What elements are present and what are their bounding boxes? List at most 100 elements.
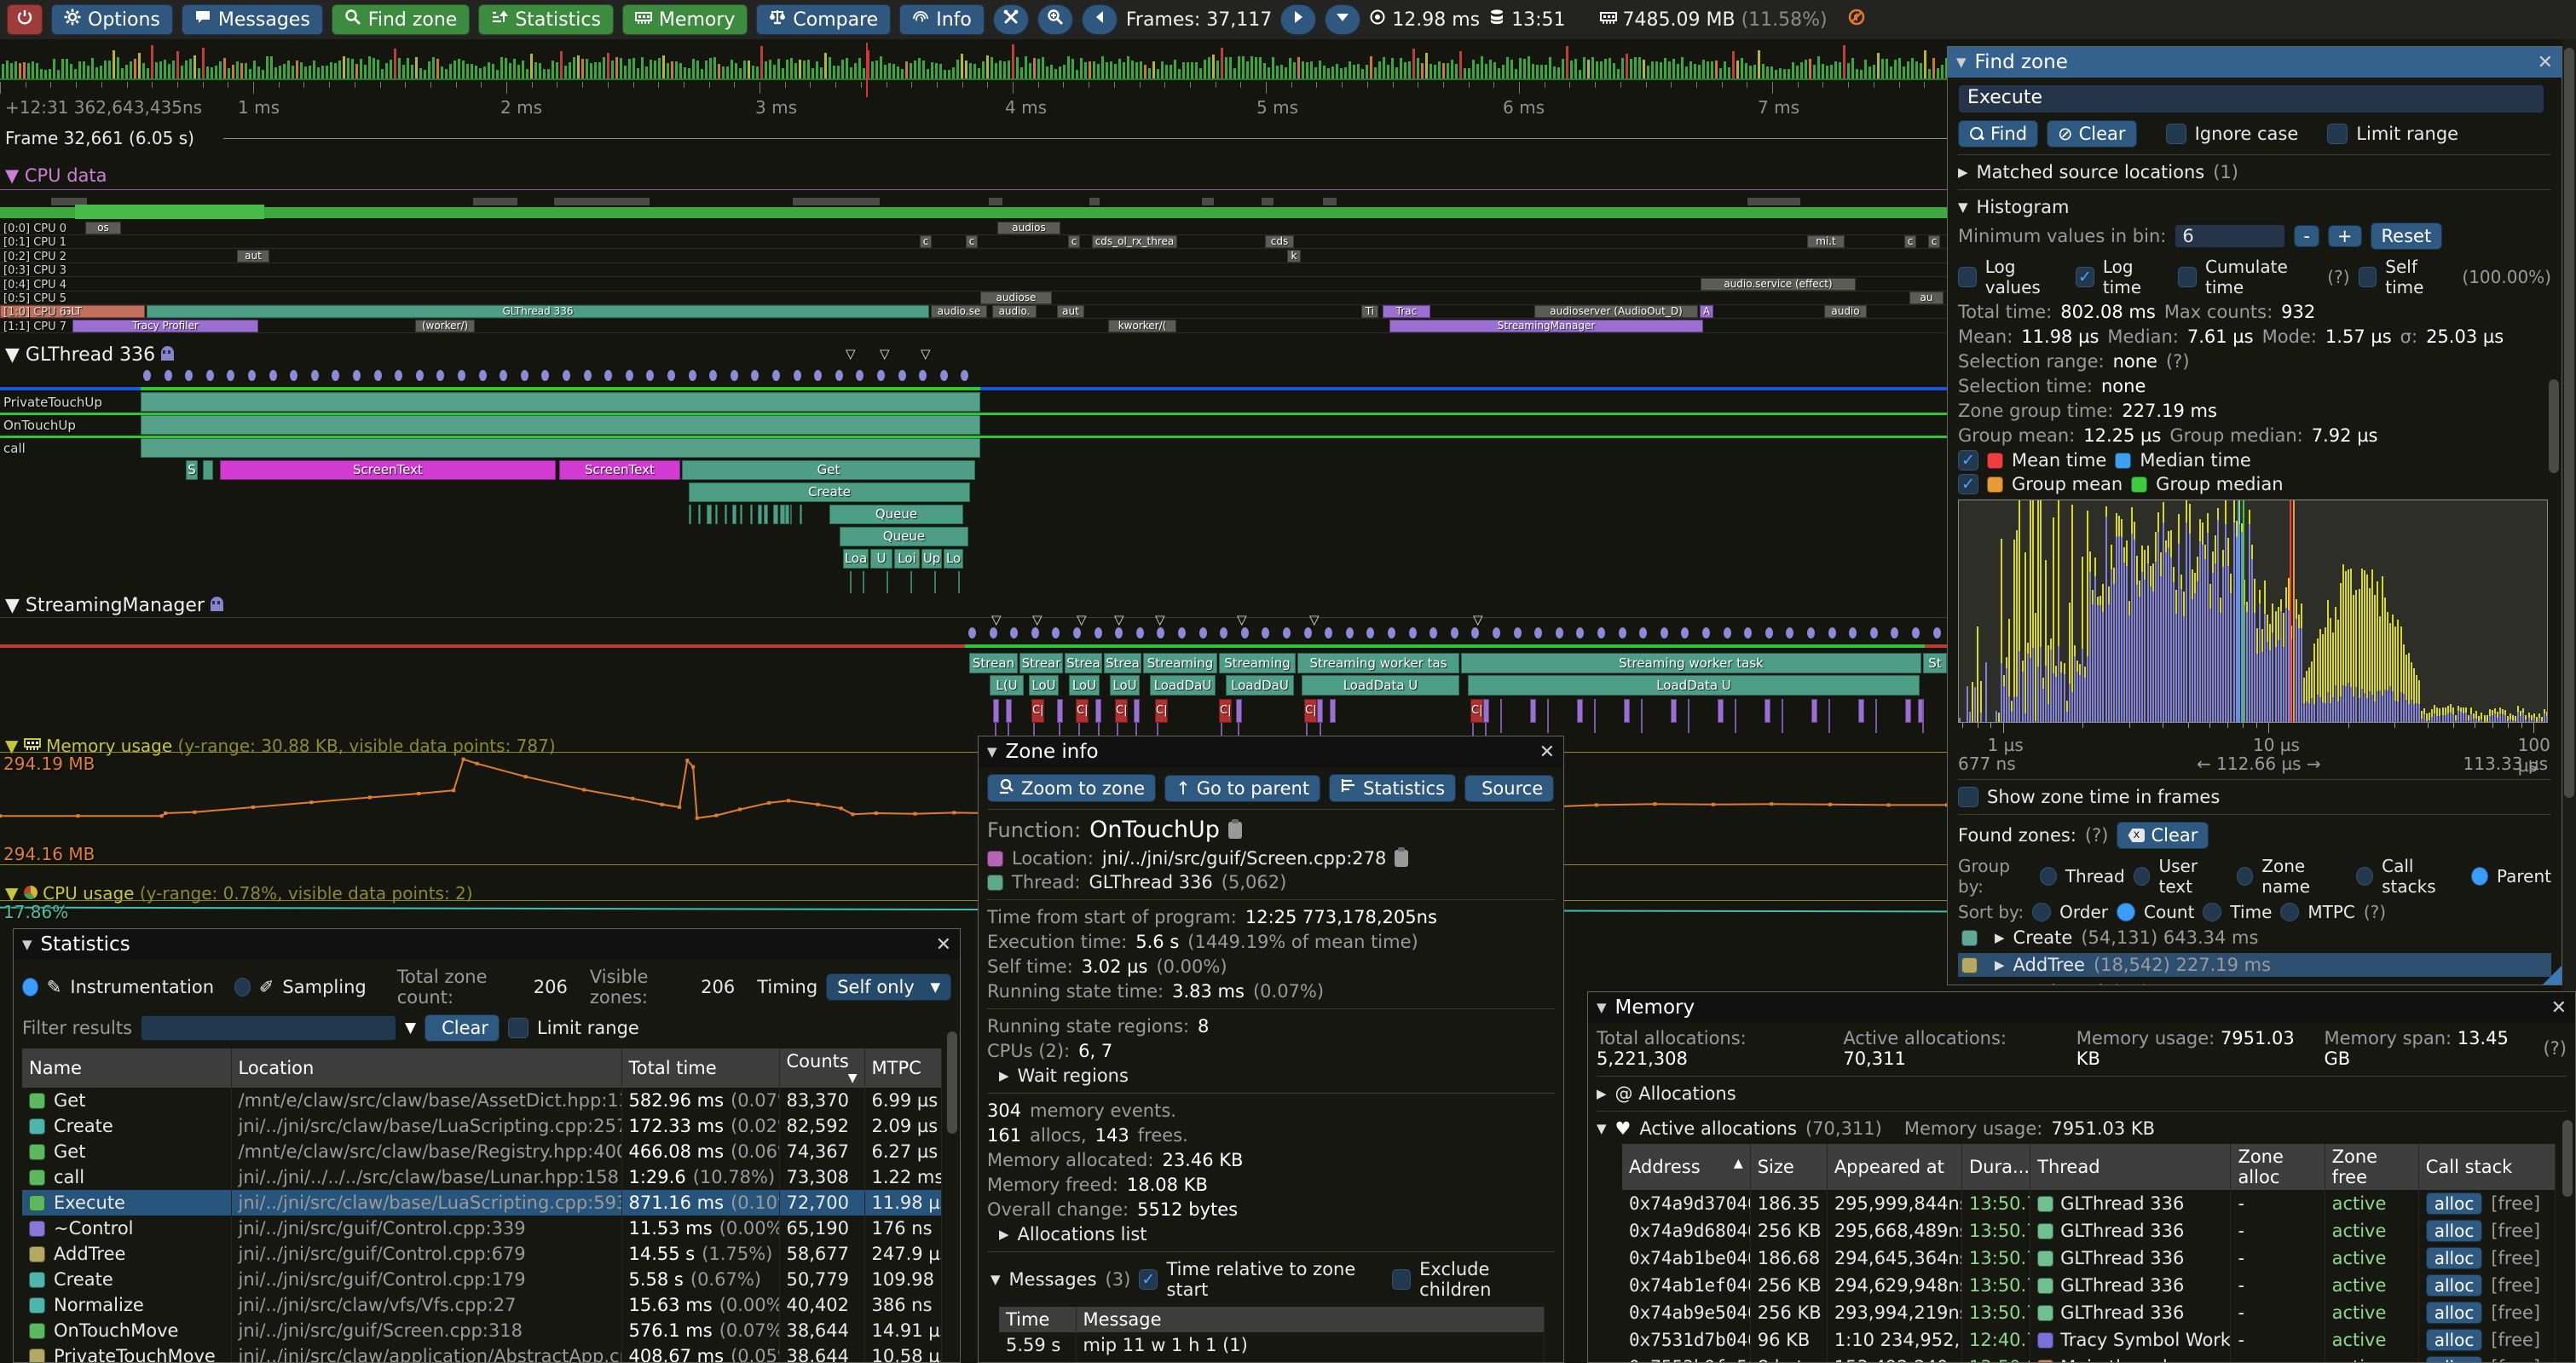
zone-bar[interactable] <box>1095 699 1101 723</box>
cpu-usage-zone[interactable]: StreamingManager <box>1389 320 1703 332</box>
source-button[interactable]: Source <box>1464 775 1554 802</box>
statistics-row[interactable]: calljni/../jni/../../../src/claw/base/Lu… <box>22 1164 941 1190</box>
close-icon[interactable]: ✕ <box>2551 997 2567 1019</box>
zone-bar[interactable] <box>1858 699 1864 723</box>
close-icon[interactable]: ✕ <box>1539 742 1555 763</box>
zone-bar[interactable] <box>758 505 762 524</box>
found-zone-group-row[interactable]: ▶Create(54,131) 643.34 ms <box>1958 926 2551 950</box>
cpu-usage-zone[interactable]: Ti <box>1361 305 1378 318</box>
zone-bar[interactable] <box>773 505 778 524</box>
group-by-user-text-radio[interactable] <box>2134 867 2151 886</box>
collapse-triangle-icon[interactable]: ▼ <box>22 937 32 952</box>
zone-bar[interactable] <box>1330 699 1336 723</box>
cpu-usage-zone[interactable]: audio.service (effect) <box>1701 278 1856 291</box>
statistics-scrollbar[interactable] <box>947 1031 957 1134</box>
zone-bar[interactable]: Strean <box>969 653 1018 673</box>
legend-checkbox[interactable]: ✓ <box>1958 474 1978 494</box>
zone-bar[interactable] <box>698 505 701 524</box>
cpu-usage-zone[interactable]: mi.t <box>1807 235 1845 248</box>
zone-bar[interactable]: Lo <box>944 549 963 569</box>
cpu-usage-zone[interactable]: audiose <box>980 292 1052 304</box>
zone-bar-privatetouchup[interactable] <box>141 392 980 412</box>
cpu-usage-zone[interactable]: c <box>1068 235 1080 248</box>
zone-bar[interactable] <box>689 505 691 524</box>
memory-usage-graph[interactable] <box>0 753 1952 863</box>
cpu-usage-zone[interactable]: c <box>920 235 932 248</box>
cpu-usage-zone[interactable]: c <box>1928 235 1940 248</box>
alloc-callstack-button[interactable]: alloc <box>2426 1193 2483 1215</box>
zone-bar[interactable] <box>1483 699 1489 723</box>
log-values-checkbox[interactable] <box>1958 267 1977 287</box>
cumulate-time-checkbox[interactable] <box>2178 267 2197 287</box>
zone-bar[interactable] <box>715 505 718 524</box>
zone-bar-error[interactable]: C| <box>1155 699 1168 723</box>
wait-regions-row[interactable]: ▶Wait regions <box>999 1066 1555 1086</box>
zone-bar[interactable] <box>750 505 753 524</box>
sort-by-time-radio[interactable] <box>2203 903 2221 921</box>
exclude-children-checkbox[interactable] <box>1392 1269 1411 1290</box>
cpu-usage-zone[interactable]: c <box>1904 235 1916 248</box>
zone-bar[interactable] <box>1236 699 1242 723</box>
frame-marker-icon[interactable]: ▽ <box>1155 612 1165 627</box>
cpu-usage-zone[interactable]: (worker/) <box>415 320 475 332</box>
zone-bar-error[interactable]: C| <box>1219 699 1232 723</box>
glthread-header[interactable]: ▼ GLThread 336 <box>5 344 174 366</box>
zone-bar[interactable]: LoU <box>1029 675 1059 696</box>
cpu-usage-zone[interactable]: cds_ol_rx_threa <box>1092 235 1177 248</box>
magplus-button[interactable] <box>1037 4 1073 35</box>
cpu-usage-zone[interactable]: au <box>1909 292 1944 304</box>
zone-bar[interactable]: Streaming <box>1143 653 1217 673</box>
zone-bar-error[interactable]: C| <box>1470 699 1483 723</box>
messages-button[interactable]: Messages <box>182 4 323 35</box>
group-by-thread-radio[interactable] <box>2040 867 2057 886</box>
fz-limit-range-checkbox[interactable] <box>2327 124 2348 144</box>
group-by-parent-radio[interactable] <box>2471 867 2488 886</box>
zone-bar[interactable] <box>740 505 742 524</box>
zone-bar[interactable]: Streaming worker task <box>1461 653 1921 673</box>
streamingmanager-header[interactable]: ▼ StreamingManager <box>5 595 223 616</box>
cpu-usage-zone[interactable]: aut <box>1057 305 1084 318</box>
zone-bar-error[interactable]: C| <box>1115 699 1128 723</box>
found-zones-clear-button[interactable]: xClear <box>2117 822 2209 849</box>
zone-bar[interactable] <box>1765 699 1770 723</box>
zone-bar[interactable] <box>1057 699 1063 723</box>
zone-bar[interactable]: Up <box>921 549 942 569</box>
zone-bar[interactable]: Queue <box>829 505 963 524</box>
allocations-list-row[interactable]: ▶Allocations list <box>999 1224 1555 1245</box>
funnel-icon[interactable]: ▼ <box>405 1019 416 1037</box>
allocation-row[interactable]: 0x7553b9fa508 bytes153,492,240ns13:50.8M… <box>1622 1354 2556 1363</box>
allocations-section-row[interactable]: ▶@ Allocations <box>1597 1083 2567 1104</box>
alloc-callstack-button[interactable]: alloc <box>2426 1302 2483 1324</box>
zone-bar-call[interactable] <box>141 438 980 458</box>
zoom-to-zone-button[interactable]: Zoom to zone <box>987 774 1156 802</box>
zone-bar[interactable] <box>785 505 789 524</box>
zone-bar[interactable]: Loa <box>843 549 869 569</box>
zone-info-titlebar[interactable]: ▼ Zone info ✕ <box>979 736 1563 767</box>
zone-bar[interactable] <box>1624 699 1630 723</box>
found-zone-group-row[interactable]: ▶LoadLevel(18) 406.88 µs <box>1958 980 2551 985</box>
alloc-callstack-button[interactable]: alloc <box>2426 1356 2483 1363</box>
zone-bar[interactable]: U <box>870 549 892 569</box>
find-zone-button[interactable]: Find zone <box>332 4 471 35</box>
zone-bar-ontouchup[interactable] <box>141 415 980 435</box>
cpu-usage-zone[interactable]: audios <box>997 222 1060 234</box>
cpu-data-header[interactable]: ▼ CPU data <box>5 165 107 186</box>
statistics-row[interactable]: Createjni/../jni/src/claw/base/LuaScript… <box>22 1113 941 1139</box>
statistics-row[interactable]: Get/mnt/e/claw/src/claw/base/AssetDict.h… <box>22 1088 941 1113</box>
expand-icon[interactable]: ▶ <box>1995 930 2005 945</box>
message-row[interactable]: 5.59 smip 11 w 1 h 1 (1) <box>999 1332 1545 1358</box>
info-button[interactable]: Info <box>899 4 985 35</box>
zone-bar[interactable]: LoadData U <box>1468 675 1920 696</box>
zone-bar-error[interactable]: C| <box>1031 699 1044 723</box>
allocation-row[interactable]: 0x74a9d68040256 KB295,668,489ns13:50.7GL… <box>1622 1217 2556 1245</box>
zone-bar[interactable]: S <box>186 460 198 480</box>
zone-bar-error[interactable]: C| <box>1076 699 1089 723</box>
cpu-usage-zone[interactable]: Tracy Profiler <box>72 320 258 332</box>
zone-bar[interactable]: ScreenText <box>220 460 556 480</box>
zone-bar[interactable]: Strear <box>1019 653 1063 673</box>
allocations-scrollbar[interactable] <box>2562 1120 2573 1197</box>
collapse-triangle-icon[interactable]: ▼ <box>1956 55 1967 70</box>
find-zone-histogram[interactable] <box>1958 500 2548 723</box>
zone-bar[interactable] <box>1530 699 1536 723</box>
tools-button[interactable] <box>993 4 1029 35</box>
